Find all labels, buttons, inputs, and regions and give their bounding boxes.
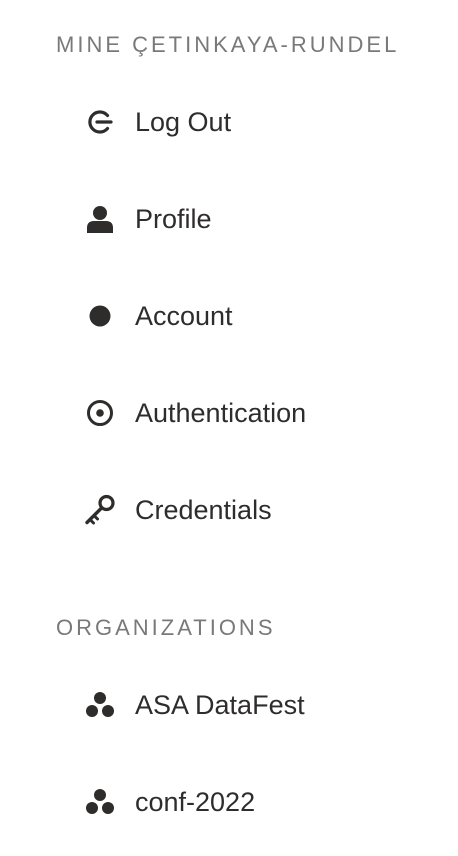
menu-item-credentials[interactable]: Credentials: [84, 490, 272, 530]
credentials-label: Credentials: [135, 494, 272, 525]
logout-icon: [84, 106, 116, 138]
account-label: Account: [135, 300, 233, 331]
conf-2022-label: conf-2022: [135, 786, 256, 817]
menu-item-profile[interactable]: Profile: [84, 199, 212, 239]
target-circle-icon: [84, 397, 116, 429]
organizations-section-heading: ORGANIZATIONS: [56, 615, 276, 640]
user-section-heading: MINE ÇETINKAYA-RUNDEL: [56, 32, 400, 57]
menu-item-conf-2022[interactable]: conf-2022: [84, 782, 255, 822]
menu-item-account[interactable]: Account: [84, 296, 233, 336]
authentication-label: Authentication: [135, 397, 307, 428]
asa-datafest-label: ASA DataFest: [135, 689, 305, 720]
user-icon: [84, 203, 116, 235]
log-out-label: Log Out: [135, 106, 232, 137]
menu-item-authentication[interactable]: Authentication: [84, 393, 306, 433]
key-icon: [84, 494, 116, 526]
profile-label: Profile: [135, 203, 212, 234]
organization-icon: [84, 786, 116, 818]
menu-item-log-out[interactable]: Log Out: [84, 102, 231, 142]
menu-item-asa-datafest[interactable]: ASA DataFest: [84, 685, 305, 725]
filled-circle-icon: [84, 300, 116, 332]
organization-icon: [84, 689, 116, 721]
